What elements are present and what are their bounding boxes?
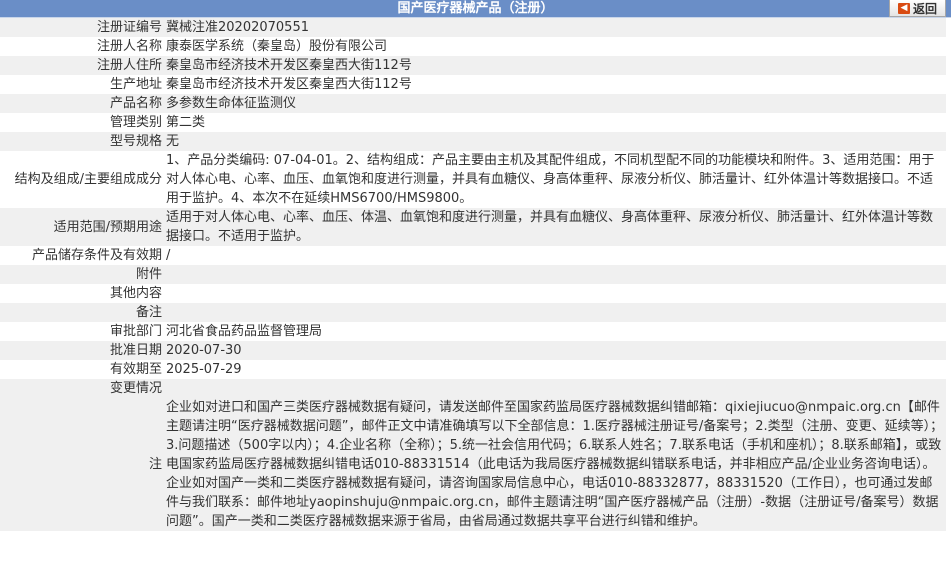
row-label: 适用范围/预期用途 bbox=[0, 208, 164, 246]
row-label: 批准日期 bbox=[0, 341, 164, 360]
row-other-content: 其他内容 bbox=[0, 284, 946, 303]
row-product-name: 产品名称 多参数生命体征监测仪 bbox=[0, 94, 946, 113]
row-value: 无 bbox=[164, 132, 946, 151]
row-value: 2025-07-29 bbox=[164, 360, 946, 379]
row-value: 2020-07-30 bbox=[164, 341, 946, 360]
row-label: 变更情况 bbox=[0, 379, 164, 398]
row-label: 型号规格 bbox=[0, 132, 164, 151]
back-arrow-icon: ◀ bbox=[897, 2, 910, 14]
row-value: / bbox=[164, 246, 946, 265]
row-registrant-name: 注册人名称 康泰医学系统（秦皇岛）股份有限公司 bbox=[0, 37, 946, 56]
row-label: 有效期至 bbox=[0, 360, 164, 379]
row-model-spec: 型号规格 无 bbox=[0, 132, 946, 151]
row-remarks: 备注 bbox=[0, 303, 946, 322]
note-label: 注 bbox=[0, 398, 164, 531]
row-label: 结构及组成/主要组成成分 bbox=[0, 151, 164, 208]
row-label: 备注 bbox=[0, 303, 164, 322]
row-value bbox=[164, 303, 946, 322]
row-value: 适用于对人体心电、心率、血压、体温、血氧饱和度进行测量，并具有血糖仪、身高体重秤… bbox=[164, 208, 946, 246]
row-label: 管理类别 bbox=[0, 113, 164, 132]
row-registrant-address: 注册人住所 秦皇岛市经济技术开发区秦皇西大街112号 bbox=[0, 56, 946, 75]
row-label: 注册人住所 bbox=[0, 56, 164, 75]
row-value: 河北省食品药品监督管理局 bbox=[164, 322, 946, 341]
note-text: 企业如对进口和国产三类医疗器械数据有疑问，请发送邮件至国家药监局医疗器械数据纠错… bbox=[164, 398, 946, 531]
row-value: 多参数生命体征监测仪 bbox=[164, 94, 946, 113]
page-title: 国产医疗器械产品（注册） bbox=[397, 1, 554, 16]
row-value bbox=[164, 265, 946, 284]
row-value bbox=[164, 284, 946, 303]
row-value bbox=[164, 379, 946, 398]
row-label: 附件 bbox=[0, 265, 164, 284]
row-registration-no: 注册证编号 冀械注准20202070551 bbox=[0, 18, 946, 37]
row-change-history: 变更情况 bbox=[0, 379, 946, 398]
row-value: 康泰医学系统（秦皇岛）股份有限公司 bbox=[164, 37, 946, 56]
row-value: 1、产品分类编码: 07-04-01。2、结构组成：产品主要由主机及其配件组成，… bbox=[164, 151, 946, 208]
row-value: 第二类 bbox=[164, 113, 946, 132]
row-value: 冀械注准20202070551 bbox=[164, 18, 946, 37]
row-label: 注册人名称 bbox=[0, 37, 164, 56]
row-production-address: 生产地址 秦皇岛市经济技术开发区秦皇西大街112号 bbox=[0, 75, 946, 94]
row-structure-composition: 结构及组成/主要组成成分 1、产品分类编码: 07-04-01。2、结构组成：产… bbox=[0, 151, 946, 208]
row-intended-use: 适用范围/预期用途 适用于对人体心电、心率、血压、体温、血氧饱和度进行测量，并具… bbox=[0, 208, 946, 246]
row-label: 其他内容 bbox=[0, 284, 164, 303]
detail-table: 注册证编号 冀械注准20202070551 注册人名称 康泰医学系统（秦皇岛）股… bbox=[0, 18, 946, 531]
row-storage-validity: 产品储存条件及有效期 / bbox=[0, 246, 946, 265]
row-note: 注 企业如对进口和国产三类医疗器械数据有疑问，请发送邮件至国家药监局医疗器械数据… bbox=[0, 398, 946, 531]
page-header: 国产医疗器械产品（注册） ◀ 返回 bbox=[0, 0, 951, 18]
row-value: 秦皇岛市经济技术开发区秦皇西大街112号 bbox=[164, 75, 946, 94]
row-label: 生产地址 bbox=[0, 75, 164, 94]
row-label: 注册证编号 bbox=[0, 18, 164, 37]
row-approval-dept: 审批部门 河北省食品药品监督管理局 bbox=[0, 322, 946, 341]
row-attachments: 附件 bbox=[0, 265, 946, 284]
back-button[interactable]: ◀ 返回 bbox=[889, 0, 946, 17]
row-label: 产品名称 bbox=[0, 94, 164, 113]
row-value: 秦皇岛市经济技术开发区秦皇西大街112号 bbox=[164, 56, 946, 75]
row-label: 产品储存条件及有效期 bbox=[0, 246, 164, 265]
row-valid-until: 有效期至 2025-07-29 bbox=[0, 360, 946, 379]
row-management-class: 管理类别 第二类 bbox=[0, 113, 946, 132]
row-label: 审批部门 bbox=[0, 322, 164, 341]
back-button-label: 返回 bbox=[912, 1, 937, 16]
row-approval-date: 批准日期 2020-07-30 bbox=[0, 341, 946, 360]
